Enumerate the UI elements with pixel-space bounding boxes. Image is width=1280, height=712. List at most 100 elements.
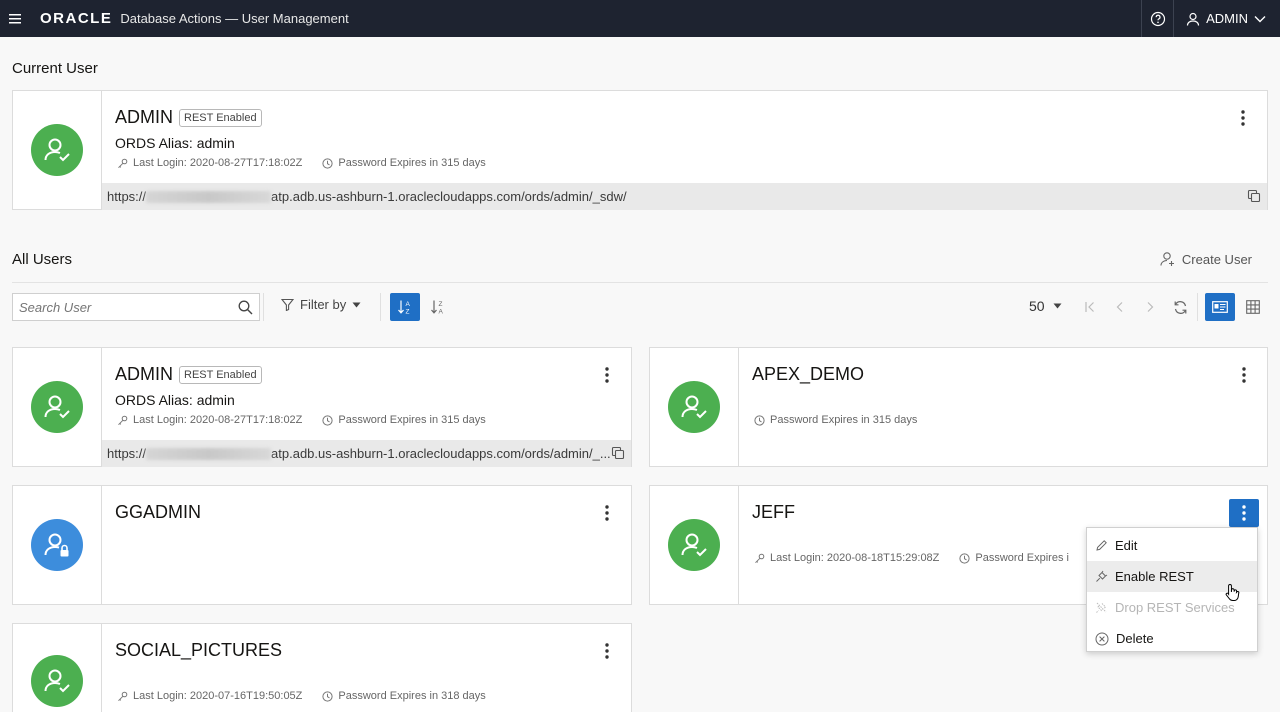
refresh-button[interactable]: [1170, 297, 1190, 317]
caret-down-icon: [1053, 303, 1062, 309]
user-name: ADMIN: [115, 364, 173, 384]
previous-page-button[interactable]: [1110, 297, 1130, 317]
user-name: ADMIN: [115, 107, 173, 127]
oracle-logo: ORACLE: [40, 10, 113, 27]
rest-url: atp.adb.us-ashburn-1.oraclecloudapps.com…: [271, 189, 627, 204]
password-expiry: Password Expires i: [975, 552, 1069, 564]
caret-down-icon: [352, 302, 361, 307]
user-card-apex-demo[interactable]: APEX_DEMO Password Expires in 315 days: [649, 347, 1268, 467]
kebab-icon: [1241, 110, 1245, 126]
clock-icon: [959, 552, 971, 564]
clock-icon: [754, 414, 765, 426]
key-icon: [118, 158, 128, 168]
sort-descending-button[interactable]: ZA: [423, 293, 453, 321]
create-user-button[interactable]: Create User: [1160, 251, 1252, 267]
rest-url: atp.adb.us-ashburn-1.oraclecloudapps.com…: [271, 446, 611, 461]
last-login: Last Login: 2020-08-18T15:29:08Z: [770, 552, 940, 564]
user-check-icon: [31, 124, 83, 176]
user-card-ggadmin[interactable]: GGADMIN: [12, 485, 632, 605]
toolbar-separator: [380, 293, 381, 321]
redacted-host: [146, 190, 272, 203]
last-login: Last Login: 2020-08-27T17:18:02Z: [133, 157, 303, 169]
kebab-icon: [1242, 505, 1246, 521]
all-users-heading: All Users: [12, 251, 73, 268]
svg-text:A: A: [406, 301, 411, 308]
user-menu-label: ADMIN: [1206, 11, 1248, 26]
ords-alias: ORDS Alias: admin: [115, 135, 235, 151]
user-actions-button[interactable]: [1229, 499, 1259, 527]
user-card-admin[interactable]: ADMIN REST Enabled ORDS Alias: admin Las…: [12, 347, 632, 467]
kebab-icon: [605, 505, 609, 521]
search-field[interactable]: [12, 293, 260, 321]
user-check-icon: [31, 655, 83, 707]
refresh-icon: [1174, 300, 1186, 314]
card-view-icon: [1212, 301, 1228, 313]
create-user-label: Create User: [1181, 251, 1252, 267]
search-input[interactable]: [19, 299, 229, 315]
rest-enabled-badge: REST Enabled: [179, 365, 262, 384]
user-card-social-pictures[interactable]: SOCIAL_PICTURES Last Login: 2020-07-16T1…: [12, 623, 632, 712]
user-actions-button[interactable]: [597, 501, 617, 525]
copy-icon[interactable]: [611, 446, 625, 460]
menu-item-delete[interactable]: Delete: [1087, 623, 1257, 654]
next-page-button[interactable]: [1140, 297, 1160, 317]
page-size-select[interactable]: 50: [1029, 298, 1062, 314]
copy-icon[interactable]: [1247, 189, 1261, 203]
menu-item-edit[interactable]: Edit: [1087, 530, 1257, 561]
kebab-icon: [1242, 367, 1246, 383]
plug-icon: [1096, 570, 1108, 582]
top-bar: ORACLE Database Actions — User Managemen…: [0, 0, 1280, 37]
user-actions-button[interactable]: [597, 363, 617, 387]
grid-view-icon: [1246, 300, 1260, 314]
hamburger-menu-icon[interactable]: [0, 0, 30, 37]
grid-view-button[interactable]: [1238, 293, 1268, 321]
chevron-left-icon: [1116, 302, 1123, 312]
key-icon: [118, 415, 128, 425]
filter-label: Filter by: [300, 297, 347, 312]
page-size-value: 50: [1029, 298, 1045, 314]
user-name: SOCIAL_PICTURES: [115, 640, 283, 660]
add-user-icon: [1160, 252, 1174, 266]
user-actions-button[interactable]: [1233, 106, 1253, 130]
first-page-button[interactable]: [1080, 297, 1100, 317]
password-expiry: Password Expires in 315 days: [338, 157, 486, 169]
key-icon: [118, 691, 128, 701]
kebab-icon: [605, 643, 609, 659]
current-user-heading: Current User: [12, 60, 98, 77]
current-user-card: ADMIN REST Enabled ORDS Alias: admin Las…: [12, 90, 1268, 210]
card-view-button[interactable]: [1205, 293, 1235, 321]
rest-enabled-badge: REST Enabled: [179, 108, 262, 127]
user-check-icon: [31, 381, 83, 433]
sort-ascending-button[interactable]: AZ: [390, 293, 420, 321]
chevron-right-icon: [1147, 302, 1154, 312]
help-icon: [1150, 11, 1165, 26]
filter-icon: [281, 298, 294, 311]
user-menu[interactable]: ADMIN: [1173, 0, 1280, 37]
first-page-icon: [1085, 302, 1094, 312]
clock-icon: [322, 690, 334, 702]
password-expiry: Password Expires in 315 days: [770, 414, 918, 426]
search-icon[interactable]: [238, 300, 253, 315]
rest-url-bar: https:// atp.adb.us-ashburn-1.oracleclou…: [102, 440, 631, 467]
user-check-icon: [668, 381, 720, 433]
sort-az-icon: AZ: [398, 300, 411, 316]
toolbar-separator: [263, 293, 264, 321]
clock-icon: [322, 157, 334, 169]
filter-by-button[interactable]: Filter by: [281, 297, 361, 312]
help-button[interactable]: [1141, 0, 1173, 37]
svg-text:Z: Z: [406, 309, 410, 316]
hand-cursor-icon: [1225, 583, 1240, 601]
clock-icon: [322, 414, 334, 426]
close-circle-icon: [1095, 632, 1109, 645]
user-name: JEFF: [752, 502, 795, 522]
user-name: GGADMIN: [115, 502, 202, 522]
svg-text:A: A: [439, 309, 444, 316]
user-actions-button[interactable]: [1234, 363, 1254, 387]
sort-za-icon: ZA: [431, 300, 444, 316]
user-actions-button[interactable]: [597, 639, 617, 663]
pencil-icon: [1096, 540, 1107, 551]
last-login: Last Login: 2020-08-27T17:18:02Z: [133, 414, 303, 426]
last-login: Last Login: 2020-07-16T19:50:05Z: [133, 690, 303, 702]
password-expiry: Password Expires in 318 days: [338, 690, 486, 702]
ords-alias: ORDS Alias: admin: [115, 392, 235, 408]
